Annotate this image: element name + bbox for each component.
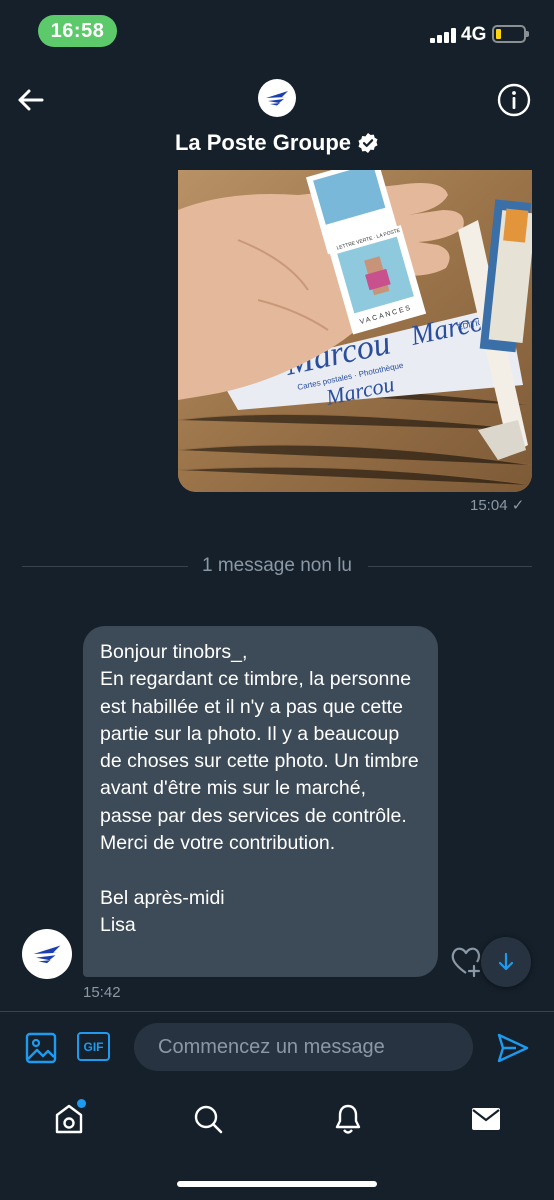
tab-messages[interactable] <box>466 1099 506 1139</box>
gif-button[interactable]: GIF <box>77 1032 110 1061</box>
bottom-tab-bar <box>0 1085 554 1200</box>
signal-icon <box>430 28 456 43</box>
header-avatar[interactable] <box>258 79 296 117</box>
photo-message-time: 15:04 <box>470 497 508 514</box>
media-button[interactable] <box>24 1031 58 1065</box>
verified-badge-icon <box>358 133 378 153</box>
arrow-down-icon <box>498 952 514 971</box>
arrow-left-icon <box>18 89 44 111</box>
message-input[interactable] <box>134 1023 473 1071</box>
gif-icon: GIF <box>83 1039 104 1054</box>
unread-divider-label: 1 message non lu <box>202 555 352 576</box>
mail-icon <box>472 1108 500 1130</box>
message-composer: GIF <box>0 1011 554 1085</box>
contact-name: La Poste Groupe <box>174 130 352 155</box>
info-icon <box>497 83 531 117</box>
status-bar: 16:58 4G <box>0 0 554 60</box>
network-type: 4G <box>461 24 487 45</box>
unread-divider: 1 message non lu <box>22 553 532 579</box>
la-poste-logo-icon <box>33 945 61 964</box>
image-icon <box>25 1032 57 1064</box>
conversation-title[interactable]: La Poste Groupe <box>0 130 554 156</box>
status-time: 16:58 <box>38 15 117 47</box>
battery-icon <box>492 25 529 43</box>
incoming-message-bubble[interactable]: Bonjour tinobrs_, En regardant ce timbre… <box>83 626 438 977</box>
delivery-status-icon: ✓ <box>511 497 525 514</box>
back-button[interactable] <box>12 82 48 118</box>
notification-dot <box>77 1099 86 1108</box>
info-button[interactable] <box>496 82 532 118</box>
bell-icon <box>335 1104 361 1134</box>
photo-message-meta: 15:04 ✓ <box>470 496 524 514</box>
react-button[interactable] <box>449 944 483 978</box>
search-icon <box>194 1105 223 1134</box>
sender-avatar[interactable] <box>22 929 72 979</box>
send-button[interactable] <box>496 1032 530 1064</box>
tab-search[interactable] <box>188 1099 228 1139</box>
photo-attachment[interactable]: Marcou Marcou Marcou ÉDITIONS Cartes pos… <box>178 170 532 492</box>
home-indicator <box>177 1181 377 1187</box>
send-icon <box>497 1033 529 1063</box>
scroll-to-bottom-button[interactable] <box>481 937 531 987</box>
stamp-photo: Marcou Marcou Marcou ÉDITIONS Cartes pos… <box>178 170 532 492</box>
heart-plus-icon <box>451 947 481 978</box>
la-poste-logo-icon <box>266 91 288 106</box>
conversation-header: La Poste Groupe <box>0 60 554 170</box>
tab-notifications[interactable] <box>328 1099 368 1139</box>
incoming-message-text: Bonjour tinobrs_, En regardant ce timbre… <box>100 641 419 936</box>
incoming-message-time: 15:42 <box>83 984 121 1001</box>
tab-home[interactable] <box>49 1099 89 1139</box>
